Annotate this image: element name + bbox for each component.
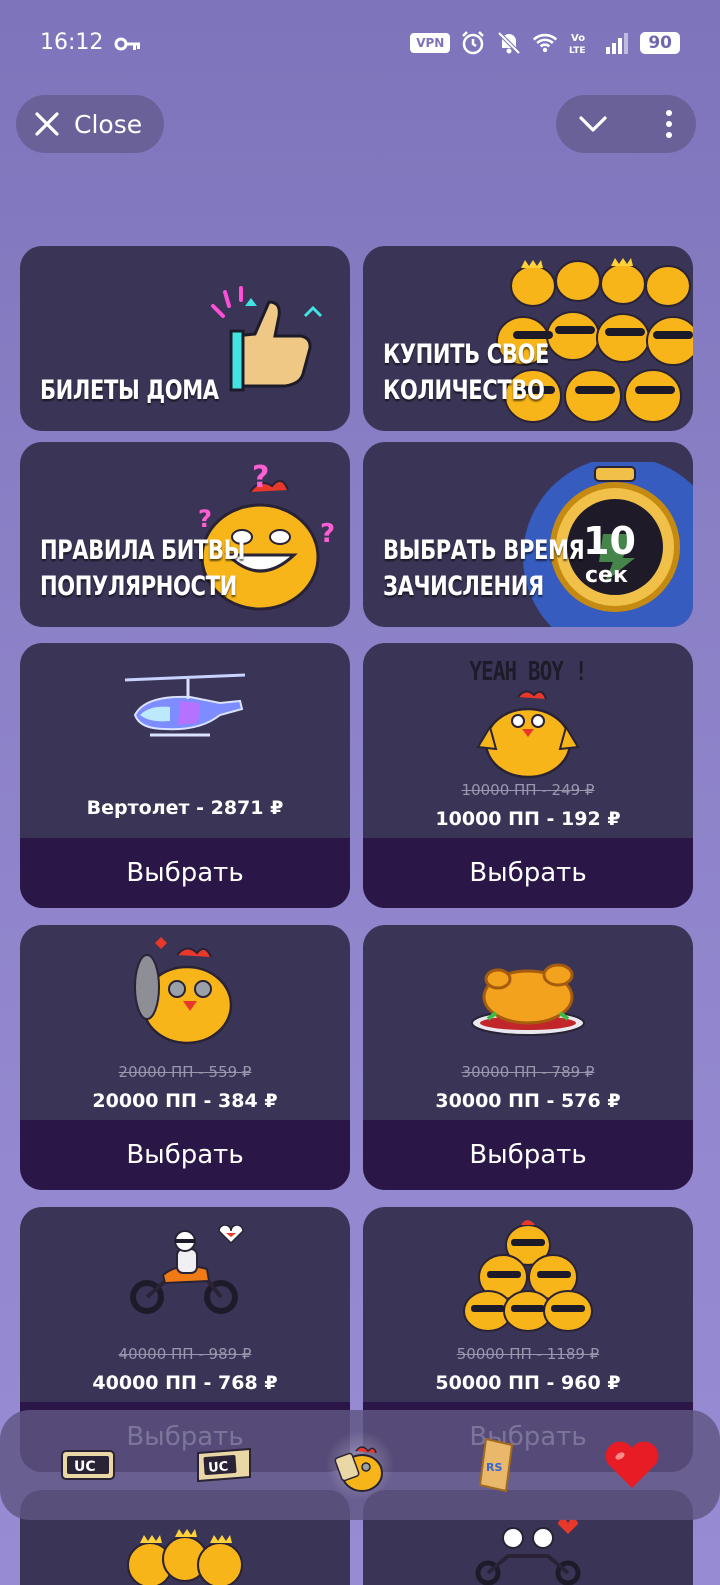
uc-ticket-icon: UC <box>61 1450 115 1480</box>
chicken-squad-icon <box>463 1220 593 1332</box>
menu-pill <box>556 95 696 153</box>
motorcycle-icon <box>130 1225 244 1314</box>
key-icon <box>114 37 140 51</box>
bottom-nav: UC UC RS <box>0 1410 720 1520</box>
uc-label: UC <box>74 1459 96 1475</box>
promo-title: КУПИТЬ СВОЕ КОЛИЧЕСТВО <box>383 339 549 406</box>
roast-chicken-icon <box>471 963 585 1036</box>
old-price: 40000 ПП - 989 ₽ <box>118 1345 252 1363</box>
product-price: Вертолет - 2871 ₽ <box>86 797 284 819</box>
old-price: 10000 ПП - 249 ₽ <box>461 781 595 799</box>
product-price: 50000 ПП - 960 ₽ <box>435 1372 621 1394</box>
thumbs-up-icon <box>211 286 323 392</box>
chicken-thumbs-icon <box>476 690 580 779</box>
heart-icon <box>605 1441 659 1488</box>
close-label: Close <box>74 109 143 139</box>
product-card-20000: 20000 ПП - 559 ₽ 20000 ПП - 384 ₽ Выбрат… <box>20 925 350 1190</box>
status-time: 16:12 <box>40 30 104 55</box>
pass-ticket-icon: RS <box>478 1437 514 1493</box>
product-card-30000: 30000 ПП - 789 ₽ 30000 ПП - 576 ₽ Выбрат… <box>363 925 693 1190</box>
product-card-helicopter: Вертолет - 2871 ₽ Выбрать <box>20 643 350 908</box>
status-icons: VPN Vo LTE 90 <box>410 30 680 56</box>
uc-ticket-alt-icon: UC <box>197 1447 251 1483</box>
sticker-caption: YEAH BOY ! <box>469 657 587 687</box>
alarm-icon <box>462 31 485 55</box>
stopwatch-unit: сек <box>585 563 628 588</box>
product-card-10000: YEAH BOY ! 10000 ПП - 249 ₽ 10000 ПП - 1… <box>363 643 693 908</box>
product-price: 30000 ПП - 576 ₽ <box>435 1090 621 1112</box>
stopwatch-number: 10 <box>583 519 636 563</box>
choose-button[interactable]: Выбрать <box>20 838 350 908</box>
promo-card-tickets-home[interactable]: БИЛЕТЫ ДОМА <box>20 246 350 431</box>
chicken-nav-icon <box>334 1446 383 1492</box>
nav-chicken[interactable] <box>325 1430 395 1500</box>
nav-uc-ticket-alt[interactable]: UC <box>189 1430 259 1500</box>
svg-text:LTE: LTE <box>569 46 586 56</box>
old-price: 30000 ПП - 789 ₽ <box>461 1063 595 1081</box>
old-price: 50000 ПП - 1189 ₽ <box>456 1345 600 1363</box>
chicken-pan-icon <box>134 937 233 1045</box>
choose-button[interactable]: Выбрать <box>363 1120 693 1190</box>
promo-title: БИЛЕТЫ ДОМА <box>40 375 219 406</box>
vpn-badge: VPN <box>410 33 451 53</box>
svg-text:?: ? <box>252 460 269 495</box>
promo-card-rules[interactable]: ? ? ? ПРАВИЛА БИТВЫ ПОПУЛЯРНОСТИ <box>20 442 350 627</box>
signal-icon <box>606 33 629 54</box>
nav-pass-ticket[interactable]: RS <box>461 1430 531 1500</box>
helicopter-icon <box>124 673 246 737</box>
choose-button[interactable]: Выбрать <box>363 838 693 908</box>
mute-bell-icon <box>497 31 521 55</box>
status-bar: 16:12 VPN Vo LTE 90 <box>0 0 720 90</box>
choose-button[interactable]: Выбрать <box>20 1120 350 1190</box>
old-price: 20000 ПП - 559 ₽ <box>118 1063 252 1081</box>
promo-title: ВЫБРАТЬ ВРЕМЯ ЗАЧИСЛЕНИЯ <box>383 535 585 602</box>
product-price: 40000 ПП - 768 ₽ <box>92 1372 278 1394</box>
promo-title: ПРАВИЛА БИТВЫ ПОПУЛЯРНОСТИ <box>40 535 246 602</box>
chevron-down-icon[interactable] <box>578 114 608 134</box>
wifi-icon <box>533 33 558 53</box>
svg-text:?: ? <box>198 505 212 533</box>
promo-card-buy-quantity[interactable]: КУПИТЬ СВОЕ КОЛИЧЕСТВО <box>363 246 693 431</box>
close-button[interactable]: Close <box>16 95 164 153</box>
chicken-crowd-icon <box>127 1529 243 1585</box>
uc-label: UC <box>208 1459 229 1475</box>
product-price: 20000 ПП - 384 ₽ <box>92 1090 278 1112</box>
nav-uc-ticket[interactable]: UC <box>53 1430 123 1500</box>
battery-indicator: 90 <box>640 32 680 54</box>
more-vertical-icon[interactable] <box>664 109 674 139</box>
svg-text:?: ? <box>320 519 335 549</box>
volte-icon: Vo LTE <box>569 33 586 56</box>
product-price: 10000 ПП - 192 ₽ <box>435 808 621 830</box>
svg-text:Vo: Vo <box>571 33 585 44</box>
pass-label: RS <box>486 1461 502 1474</box>
motorcycle-squad-icon <box>475 1519 581 1585</box>
close-icon <box>35 112 59 136</box>
promo-card-choose-time[interactable]: 10 сек ВЫБРАТЬ ВРЕМЯ ЗАЧИСЛЕНИЯ <box>363 442 693 627</box>
nav-favorites[interactable] <box>597 1430 667 1500</box>
